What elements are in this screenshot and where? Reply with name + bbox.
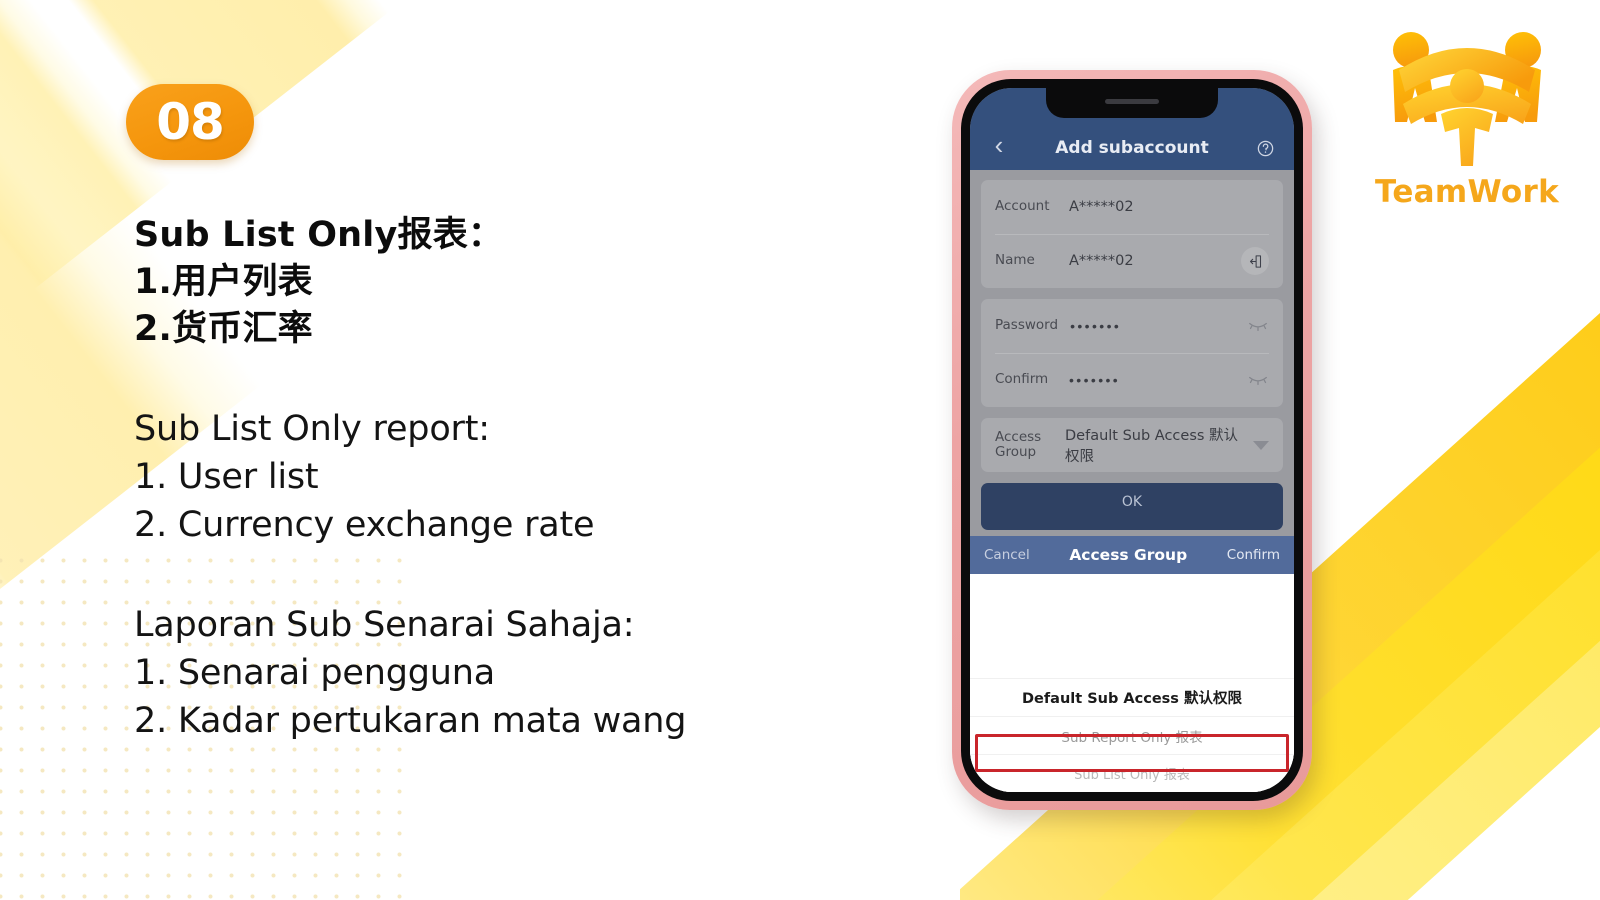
access-group-value: Default Sub Access 默认权限: [1065, 428, 1239, 465]
confirm-eye-off-icon[interactable]: [1247, 373, 1269, 387]
account-value: A*****02: [1069, 199, 1134, 215]
picker-option-sub-report-only[interactable]: Sub Report Only 报表: [970, 716, 1294, 754]
text-block-chinese: Sub List Only报表： 1.用户列表 2.货币汇率: [134, 212, 834, 353]
picker-header: Cancel Access Group Confirm: [970, 536, 1294, 574]
picker-option-list: Default Sub Access 默认权限 Sub Report Only …: [970, 574, 1294, 792]
access-group-label: Access Group: [995, 428, 1053, 460]
text-block-english: Sub List Only report: 1. User list 2. Cu…: [134, 405, 834, 549]
picker-option-sub-list-only[interactable]: Sub List Only 报表: [970, 754, 1294, 792]
picker-title: Access Group: [1069, 546, 1188, 564]
phone-earpiece-speaker: [1105, 99, 1159, 104]
en-line-2: 1. User list: [134, 457, 319, 497]
field-row-name[interactable]: Name A*****02: [981, 234, 1283, 288]
text-block-malay: Laporan Sub Senarai Sahaja: 1. Senarai p…: [134, 601, 834, 745]
slide-number-badge: 08: [126, 84, 254, 160]
en-line-1: Sub List Only report:: [134, 409, 490, 449]
chevron-down-icon[interactable]: [1253, 440, 1269, 450]
en-line-3: 2. Currency exchange rate: [134, 505, 595, 545]
zh-line-2: 1.用户列表: [134, 262, 313, 302]
field-row-access-group[interactable]: Access Group Default Sub Access 默认权限: [981, 418, 1283, 472]
ms-line-1: Laporan Sub Senarai Sahaja:: [134, 605, 635, 645]
confirm-label: Confirm: [995, 371, 1049, 388]
logo-wordmark: TeamWork: [1375, 174, 1559, 210]
confirm-value: •••••••: [1069, 372, 1121, 388]
name-label: Name: [995, 252, 1035, 269]
picker-option-default-sub-access[interactable]: Default Sub Access 默认权限: [970, 678, 1294, 716]
password-label: Password: [995, 317, 1059, 334]
field-row-account[interactable]: Account A*****02: [981, 180, 1283, 234]
back-chevron-icon[interactable]: ‹: [984, 132, 1014, 158]
field-row-confirm[interactable]: Confirm •••••••: [981, 353, 1283, 407]
account-label: Account: [995, 198, 1050, 215]
phone-mockup: ‹ Add subaccount Account A*****02 Name A…: [952, 70, 1312, 810]
ms-line-2: 1. Senarai pengguna: [134, 653, 495, 693]
field-row-password[interactable]: Password •••••••: [981, 299, 1283, 353]
phone-bezel: ‹ Add subaccount Account A*****02 Name A…: [961, 79, 1303, 801]
access-group-label-line1: Access: [995, 428, 1042, 445]
ms-line-3: 2. Kadar pertukaran mata wang: [134, 701, 687, 741]
password-value: •••••••: [1070, 318, 1122, 334]
card-import-icon[interactable]: [1241, 247, 1269, 275]
app-header-title: Add subaccount: [1055, 138, 1209, 158]
zh-line-1: Sub List Only报表：: [134, 215, 504, 255]
name-value: A*****02: [1069, 253, 1134, 269]
zh-line-3: 2.货币汇率: [134, 309, 313, 349]
field-group-access: Access Group Default Sub Access 默认权限: [981, 418, 1283, 472]
slide-number-text: 08: [156, 93, 225, 151]
help-question-icon[interactable]: [1250, 139, 1280, 158]
teamwork-people-logo-icon: [1393, 32, 1541, 166]
slide-canvas: 08 Sub List Only报表： 1.用户列表 2.货币汇率 Sub Li…: [0, 0, 1600, 900]
picker-confirm-button[interactable]: Confirm: [1227, 547, 1280, 563]
field-group-password: Password ••••••• Confirm •••••••: [981, 299, 1283, 407]
picker-cancel-button[interactable]: Cancel: [984, 547, 1030, 563]
access-group-picker-modal: Cancel Access Group Confirm Default Sub …: [970, 536, 1294, 792]
ok-button[interactable]: OK: [981, 483, 1283, 530]
access-group-label-line2: Group: [995, 444, 1037, 460]
teamwork-logo: TeamWork: [1352, 18, 1582, 238]
phone-screen: ‹ Add subaccount Account A*****02 Name A…: [970, 88, 1294, 792]
password-eye-off-icon[interactable]: [1247, 319, 1269, 333]
field-group-identity: Account A*****02 Name A*****02: [981, 180, 1283, 288]
slide-text-column: Sub List Only报表： 1.用户列表 2.货币汇率 Sub List …: [134, 212, 834, 745]
